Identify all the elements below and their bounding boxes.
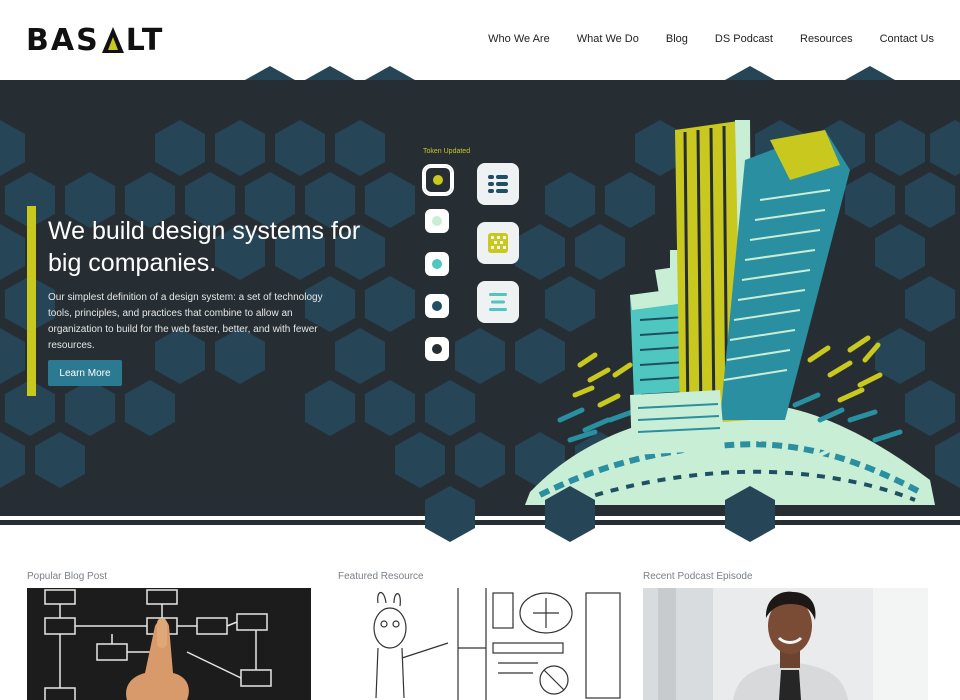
podcast-episode-thumbnail[interactable] [643, 588, 928, 700]
logo-triangle-icon [101, 25, 125, 55]
nav-what-we-do[interactable]: What We Do [577, 33, 639, 45]
section-label-resource: Featured Resource [338, 571, 424, 582]
hero-accent-bar [27, 206, 36, 396]
blog-post-thumbnail[interactable] [27, 588, 311, 700]
token-swatch-mint[interactable] [425, 209, 449, 233]
token-dot [433, 175, 443, 185]
featured-resource-thumbnail[interactable] [338, 588, 622, 700]
hero-title: We build design systems for big companie… [48, 217, 361, 277]
main-nav: Who We Are What We Do Blog DS Podcast Re… [461, 33, 934, 45]
nav-resources[interactable]: Resources [800, 33, 853, 45]
logo-text-start: BAS [26, 22, 100, 58]
logo-text-end: LT [125, 22, 165, 58]
nav-ds-podcast[interactable]: DS Podcast [715, 33, 773, 45]
hero-section: We build design systems for big companie… [0, 80, 960, 516]
nav-who-we-are[interactable]: Who We Are [488, 33, 550, 45]
token-dot [432, 216, 442, 226]
hero-description: Our simplest definition of a design syst… [48, 292, 323, 351]
nav-blog[interactable]: Blog [666, 33, 688, 45]
token-updated-label: Token Updated [423, 148, 471, 155]
basalt-logo[interactable]: BAS LT [26, 22, 165, 58]
token-swatch-navy[interactable] [425, 294, 449, 318]
section-label-podcast: Recent Podcast Episode [643, 571, 753, 582]
token-dot [432, 259, 442, 269]
nav-contact-us[interactable]: Contact Us [880, 33, 934, 45]
learn-more-button[interactable]: Learn More [48, 360, 122, 386]
token-swatch-teal[interactable] [425, 252, 449, 276]
token-swatch-yellow[interactable] [422, 164, 454, 196]
list-icon[interactable] [477, 163, 519, 205]
token-swatch-dark[interactable] [425, 337, 449, 361]
token-dot [432, 301, 442, 311]
section-label-blog: Popular Blog Post [27, 571, 108, 582]
city-illustration [525, 120, 935, 505]
menu-icon[interactable] [477, 281, 519, 323]
hex-bottom-decoration [425, 486, 775, 542]
pattern-icon[interactable] [477, 222, 519, 264]
token-dot [432, 344, 442, 354]
